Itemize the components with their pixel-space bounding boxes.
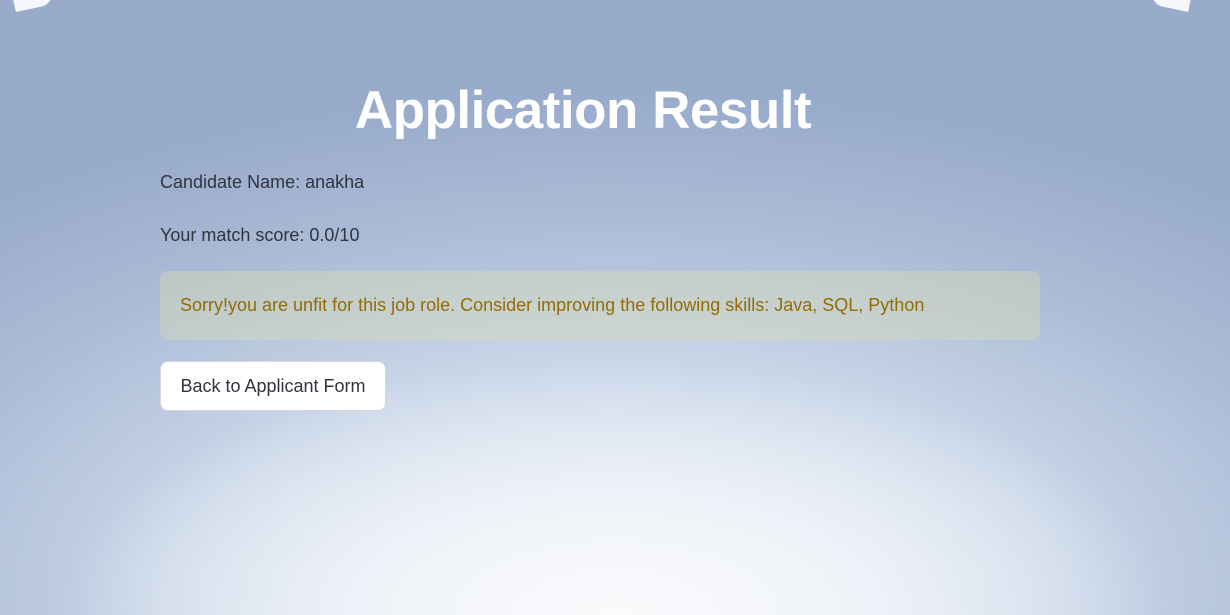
warning-message: Sorry!you are unfit for this job role. C… — [180, 295, 925, 315]
back-to-applicant-form-button[interactable]: Back to Applicant Form — [160, 361, 386, 411]
match-score-text: Your match score: 0.0/10 — [160, 225, 360, 245]
candidate-name-text: Candidate Name: anakha — [160, 172, 365, 192]
page-title: Application Result — [354, 81, 812, 140]
decorative-corner-left — [12, 0, 56, 13]
decorative-corner-right — [1148, 0, 1192, 13]
warning-alert: Sorry!you are unfit for this job role. C… — [160, 271, 1040, 340]
